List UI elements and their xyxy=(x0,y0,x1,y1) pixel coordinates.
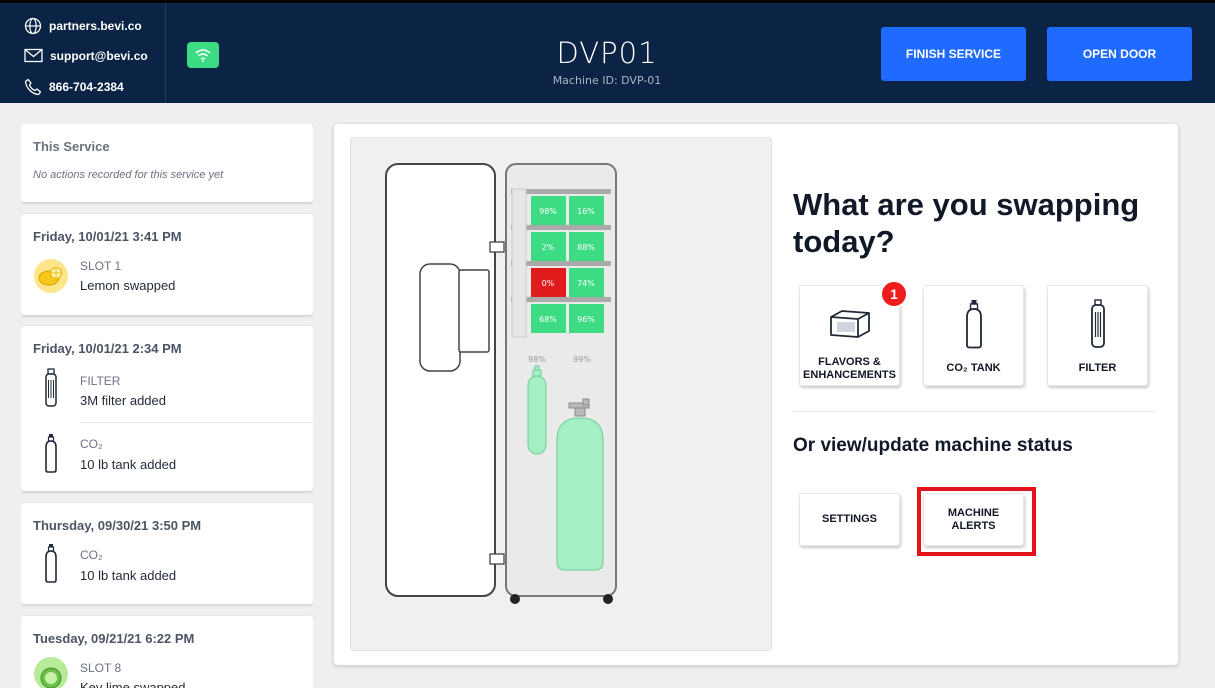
entry-type: FILTER xyxy=(80,374,121,388)
lemon-icon xyxy=(33,256,69,296)
this-service-empty: No actions recorded for this service yet xyxy=(33,169,224,181)
envelope-icon xyxy=(24,48,43,63)
entry-description: 10 lb tank added xyxy=(80,457,177,472)
history-card: Friday, 10/01/21 2:34 PM FILTER 3M filte… xyxy=(21,326,313,491)
machine-illustration: 98% 16% 2% 88% 0% 74% 68% 96% 98% 99% xyxy=(385,163,617,604)
entry-type: SLOT 1 xyxy=(80,259,122,273)
slot-6-level: 74% xyxy=(577,279,595,288)
wifi-icon xyxy=(195,49,211,62)
flavors-alert-badge: 1 xyxy=(880,280,908,308)
phone-link[interactable]: 866-704-2384 xyxy=(24,78,124,96)
machine-name: DVP01 xyxy=(556,36,658,70)
email-link[interactable]: support@bevi.co xyxy=(24,48,148,63)
tile-label: CO₂ TANK xyxy=(946,362,1001,374)
machine-id: Machine ID: DVP-01 xyxy=(552,74,662,87)
this-service-card: This Service No actions recorded for thi… xyxy=(21,124,313,202)
finish-service-button[interactable]: FINISH SERVICE xyxy=(881,27,1026,81)
machine-diagram: 98% 16% 2% 88% 0% 74% 68% 96% 98% 99% xyxy=(350,137,772,651)
phone-icon xyxy=(24,78,42,96)
main-panel: 98% 16% 2% 88% 0% 74% 68% 96% 98% 99% Wh… xyxy=(334,124,1178,665)
filter-icon xyxy=(33,368,69,408)
lime-icon xyxy=(33,654,69,688)
alerts-highlight-box xyxy=(917,487,1036,556)
history-date: Thursday, 09/30/21 3:50 PM xyxy=(33,518,202,533)
entry-type: SLOT 8 xyxy=(80,661,122,675)
co2-tank-icon xyxy=(33,543,69,583)
globe-icon xyxy=(24,17,42,35)
wifi-status[interactable] xyxy=(187,42,219,68)
slot-1-level: 98% xyxy=(539,207,557,216)
entry-type: CO₂ xyxy=(80,548,103,562)
website-link[interactable]: partners.bevi.co xyxy=(24,17,142,35)
slot-2-level: 16% xyxy=(577,207,595,216)
status-heading: Or view/update machine status xyxy=(793,435,1073,456)
slot-4-level: 88% xyxy=(577,243,595,252)
filter-level: 98% xyxy=(528,355,546,364)
entry-divider xyxy=(80,422,313,423)
slot-8-level: 96% xyxy=(577,315,595,324)
slot-5-level: 0% xyxy=(542,279,555,288)
history-card: Thursday, 09/30/21 3:50 PM CO₂ 10 lb tan… xyxy=(21,503,313,604)
co2-tank-icon xyxy=(924,299,1023,349)
history-date: Friday, 10/01/21 2:34 PM xyxy=(33,341,182,356)
entry-description: 3M filter added xyxy=(80,393,166,408)
co2-level: 99% xyxy=(573,355,591,364)
co2-tank-icon xyxy=(33,433,69,473)
filter-tile[interactable]: FILTER xyxy=(1047,285,1148,386)
phone-text: 866-704-2384 xyxy=(49,80,124,94)
slot-7-level: 68% xyxy=(539,315,557,324)
machine-title: DVP01 Machine ID: DVP-01 xyxy=(457,36,757,87)
section-divider xyxy=(793,411,1156,412)
history-card: Friday, 10/01/21 3:41 PM SLOT 1 Lemon sw… xyxy=(21,214,313,315)
history-date: Friday, 10/01/21 3:41 PM xyxy=(33,229,182,244)
app-header: partners.bevi.co support@bevi.co 866-704… xyxy=(0,0,1215,103)
swap-heading: What are you swapping today? xyxy=(793,187,1140,259)
slot-3-level: 2% xyxy=(542,243,555,252)
entry-type: CO₂ xyxy=(80,437,103,451)
service-history-sidebar[interactable]: This Service No actions recorded for thi… xyxy=(21,124,313,688)
history-date: Tuesday, 09/21/21 6:22 PM xyxy=(33,631,195,646)
tile-label-line2: ENHANCEMENTS xyxy=(803,369,896,381)
settings-button[interactable]: SETTINGS xyxy=(799,493,900,546)
entry-description: Key lime swapped xyxy=(80,680,186,688)
entry-description: Lemon swapped xyxy=(80,278,176,293)
flavor-box-icon xyxy=(800,307,899,339)
filter-icon xyxy=(1048,299,1147,349)
this-service-title: This Service xyxy=(33,139,110,154)
website-text: partners.bevi.co xyxy=(49,19,142,33)
open-door-button[interactable]: OPEN DOOR xyxy=(1047,27,1192,81)
history-card: Tuesday, 09/21/21 6:22 PM SLOT 8 Key lim… xyxy=(21,616,313,688)
tile-label-line1: FLAVORS & xyxy=(818,356,881,368)
entry-description: 10 lb tank added xyxy=(80,568,177,583)
co2-tank-tile[interactable]: CO₂ TANK xyxy=(923,285,1024,386)
contact-info: partners.bevi.co support@bevi.co 866-704… xyxy=(0,3,166,103)
tile-label: FILTER xyxy=(1078,362,1117,374)
email-text: support@bevi.co xyxy=(50,48,148,63)
